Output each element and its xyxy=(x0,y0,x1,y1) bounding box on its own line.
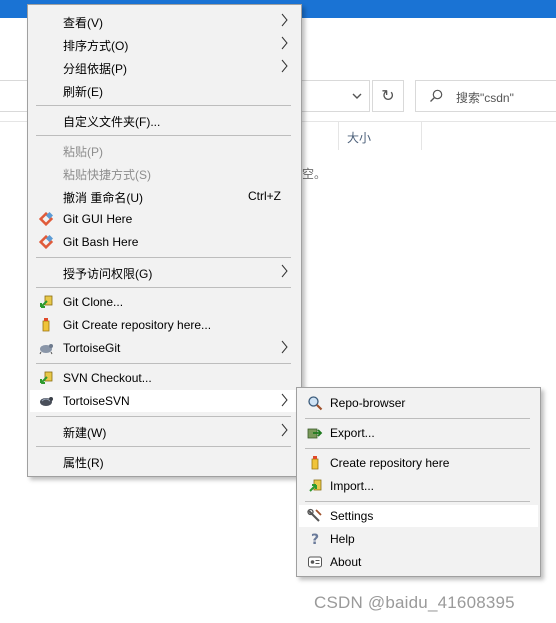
submenu-item-help[interactable]: ? Help xyxy=(299,528,538,550)
menu-item-label: 刷新(E) xyxy=(63,85,103,99)
menu-item-label: Settings xyxy=(330,509,374,523)
repo-browser-icon xyxy=(307,395,323,411)
menu-separator xyxy=(305,418,530,419)
menu-separator xyxy=(36,105,291,106)
svg-text:?: ? xyxy=(311,532,319,547)
menu-item-label: 查看(V) xyxy=(63,16,103,30)
watermark: CSDN @baidu_41608395 xyxy=(314,593,515,612)
tortoisesvn-icon xyxy=(38,393,54,409)
menu-item-grant-access[interactable]: 授予访问权限(G) xyxy=(30,261,299,283)
menu-separator xyxy=(36,416,291,417)
menu-item-group-by[interactable]: 分组依据(P) xyxy=(30,56,299,78)
address-dropdown-button[interactable] xyxy=(346,84,368,108)
menu-separator xyxy=(36,363,291,364)
menu-item-refresh[interactable]: 刷新(E) xyxy=(30,79,299,101)
search-icon xyxy=(430,89,443,102)
menu-item-label: Export... xyxy=(330,426,375,440)
menu-item-label: Create repository here xyxy=(330,456,450,470)
help-icon: ? xyxy=(307,531,323,547)
menu-item-label: TortoiseGit xyxy=(63,341,121,355)
submenu-arrow-icon xyxy=(281,59,288,73)
menu-separator xyxy=(36,135,291,136)
menu-item-properties[interactable]: 属性(R) xyxy=(30,450,299,472)
submenu-arrow-icon xyxy=(281,264,288,278)
menu-item-new[interactable]: 新建(W) xyxy=(30,420,299,442)
refresh-icon: ↻ xyxy=(381,88,395,105)
menu-separator xyxy=(36,287,291,288)
settings-icon xyxy=(307,508,323,524)
submenu-item-repo-browser[interactable]: Repo-browser xyxy=(299,392,538,414)
menu-item-label: SVN Checkout... xyxy=(63,371,152,385)
menu-item-label: Git GUI Here xyxy=(63,212,133,226)
menu-item-label: Git Clone... xyxy=(63,295,124,309)
submenu-item-create-repository[interactable]: Create repository here xyxy=(299,452,538,474)
submenu-item-export[interactable]: Export... xyxy=(299,422,538,444)
tortoisegit-icon xyxy=(38,340,54,356)
menu-item-label: Help xyxy=(330,532,355,546)
column-divider[interactable] xyxy=(338,122,339,150)
menu-item-label: Import... xyxy=(330,479,375,493)
menu-item-label: TortoiseSVN xyxy=(63,394,130,408)
search-placeholder: 搜索"csdn" xyxy=(456,91,514,105)
menu-item-label: 分组依据(P) xyxy=(63,62,127,76)
menu-separator xyxy=(36,257,291,258)
submenu-item-import[interactable]: Import... xyxy=(299,475,538,497)
menu-item-sort-by[interactable]: 排序方式(O) xyxy=(30,33,299,55)
column-divider[interactable] xyxy=(421,122,422,150)
menu-item-tortoisegit[interactable]: TortoiseGit xyxy=(30,337,299,359)
menu-item-label: 自定义文件夹(F)... xyxy=(63,115,161,129)
menu-item-view[interactable]: 查看(V) xyxy=(30,10,299,32)
about-icon xyxy=(307,554,323,570)
export-icon xyxy=(307,425,323,441)
svn-checkout-icon xyxy=(38,370,54,386)
menu-item-label: 属性(R) xyxy=(63,456,104,470)
menu-item-git-create-repository[interactable]: Git Create repository here... xyxy=(30,314,299,336)
submenu-item-settings[interactable]: Settings xyxy=(299,505,538,527)
menu-item-label: 粘贴(P) xyxy=(63,145,103,159)
menu-separator xyxy=(36,446,291,447)
menu-item-accelerator: Ctrl+Z xyxy=(248,189,281,203)
menu-item-svn-checkout[interactable]: SVN Checkout... xyxy=(30,367,299,389)
git-icon xyxy=(38,211,54,227)
create-repo-icon xyxy=(307,455,323,471)
menu-item-label: 新建(W) xyxy=(63,426,107,440)
menu-item-git-clone[interactable]: Git Clone... xyxy=(30,291,299,313)
menu-item-label: Git Bash Here xyxy=(63,235,139,249)
chevron-down-icon xyxy=(352,93,362,99)
menu-item-git-bash-here[interactable]: Git Bash Here xyxy=(30,231,299,253)
submenu-arrow-icon xyxy=(281,36,288,50)
create-repo-icon xyxy=(38,317,54,333)
menu-item-label: Git Create repository here... xyxy=(63,318,212,332)
import-icon xyxy=(307,478,323,494)
menu-item-git-gui-here[interactable]: Git GUI Here xyxy=(30,208,299,230)
menu-separator xyxy=(305,501,530,502)
submenu-item-about[interactable]: About xyxy=(299,551,538,573)
menu-item-paste-shortcut[interactable]: 粘贴快捷方式(S) xyxy=(30,162,299,184)
menu-item-label: 撤消 重命名(U) xyxy=(63,191,143,205)
git-icon xyxy=(38,234,54,250)
menu-item-label: Repo-browser xyxy=(330,396,406,410)
tortoisesvn-submenu: Repo-browser Export... Create repository… xyxy=(296,387,541,577)
refresh-button[interactable]: ↻ xyxy=(372,80,404,112)
git-clone-icon xyxy=(38,294,54,310)
submenu-arrow-icon xyxy=(281,393,288,407)
submenu-arrow-icon xyxy=(281,13,288,27)
menu-item-undo-rename[interactable]: 撤消 重命名(U) Ctrl+Z xyxy=(30,185,299,207)
menu-item-label: 授予访问权限(G) xyxy=(63,267,153,281)
column-header-size[interactable]: 大小 xyxy=(347,129,371,146)
menu-item-label: 排序方式(O) xyxy=(63,39,129,53)
menu-separator xyxy=(305,448,530,449)
menu-item-label: 粘贴快捷方式(S) xyxy=(63,168,151,182)
submenu-arrow-icon xyxy=(281,340,288,354)
menu-item-label: About xyxy=(330,555,362,569)
menu-item-tortoisesvn[interactable]: TortoiseSVN xyxy=(30,390,299,412)
submenu-arrow-icon xyxy=(281,423,288,437)
menu-item-customize-folder[interactable]: 自定义文件夹(F)... xyxy=(30,109,299,131)
menu-item-paste[interactable]: 粘贴(P) xyxy=(30,139,299,161)
context-menu: 查看(V) 排序方式(O) 分组依据(P) 刷新(E) 自定义文件夹(F)...… xyxy=(27,4,302,477)
